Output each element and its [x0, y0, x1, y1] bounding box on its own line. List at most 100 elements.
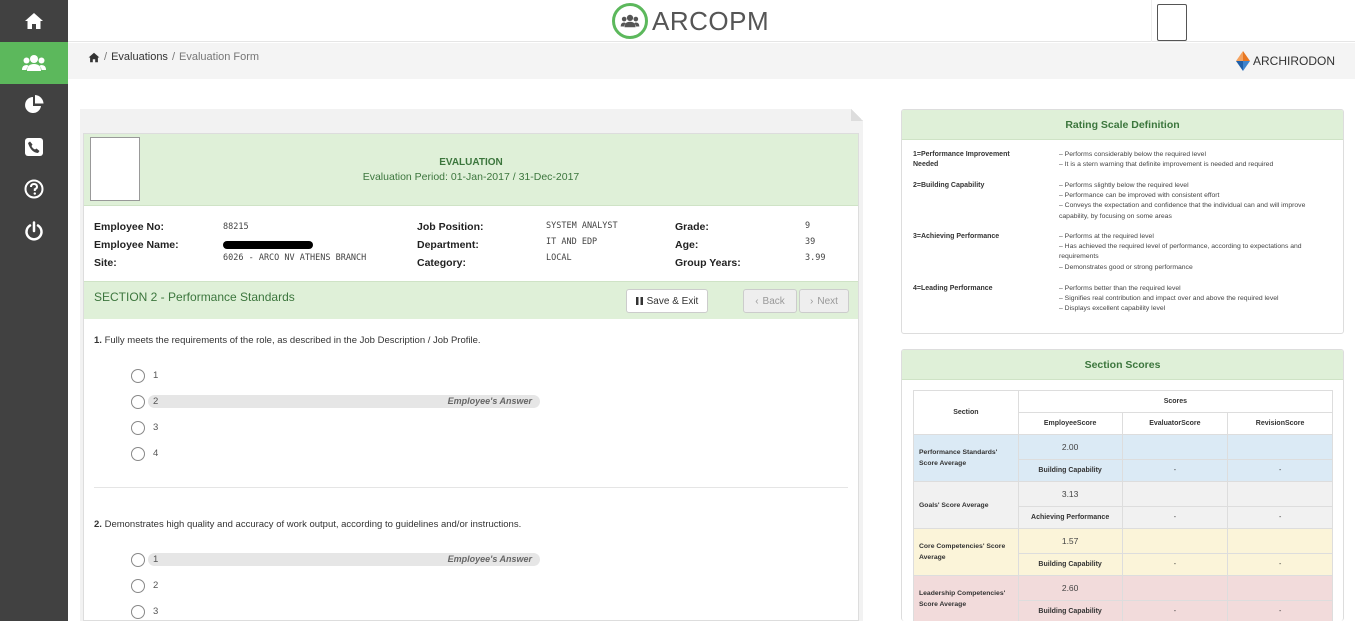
back-button[interactable]: ‹ Back: [743, 289, 797, 313]
sidebar-item-contact[interactable]: [0, 126, 68, 168]
save-exit-button[interactable]: Save & Exit: [626, 289, 708, 313]
description-line: – Performs at the required level: [1059, 233, 1154, 240]
power-icon: [25, 221, 43, 241]
evaluator-score-header: EvaluatorScore: [1121, 412, 1229, 435]
table-row: Performance Standards' Score Average 2.0…: [913, 434, 1333, 482]
option-label: 2: [153, 580, 159, 591]
section-title: SECTION 2 - Performance Standards: [94, 290, 295, 304]
page-fold: [851, 109, 863, 121]
employee-name-redacted: [223, 241, 313, 249]
revision-score-empty: [1227, 481, 1333, 507]
employee-rating: Building Capability: [1017, 553, 1123, 576]
rating-1-description: – Performs considerably below the requir…: [1059, 150, 1329, 170]
evaluator-rating: -: [1121, 506, 1229, 529]
back-label: Back: [762, 295, 785, 307]
breadcrumb: / Evaluations / Evaluation Form: [88, 51, 259, 63]
age-label: Age:: [675, 239, 699, 251]
app-logo[interactable]: ARCOPM: [612, 3, 769, 39]
table-row: Goals' Score Average 3.13: [913, 481, 1333, 529]
revision-rating: -: [1227, 459, 1333, 482]
q1-option-1[interactable]: 1: [131, 368, 158, 383]
question-divider: [94, 487, 848, 488]
grade-label: Grade:: [675, 221, 709, 233]
table-row: Leadership Competencies' Score Average 2…: [913, 575, 1333, 621]
evaluator-score-empty: [1121, 575, 1229, 601]
question-text: Fully meets the requirements of the role…: [104, 335, 481, 346]
q2-option-3[interactable]: 3: [131, 604, 158, 619]
rating-2-label: 2=Building Capability: [913, 182, 985, 189]
evaluator-score-empty: [1121, 481, 1229, 507]
sidebar-item-logout[interactable]: [0, 210, 68, 252]
revision-rating: -: [1227, 553, 1333, 576]
next-button[interactable]: › Next: [799, 289, 849, 313]
questions-area: 1. Fully meets the requirements of the r…: [84, 319, 858, 620]
archirodon-logo-icon: [1235, 51, 1250, 71]
sidebar: [0, 0, 68, 621]
section-name: Leadership Competencies' Score Average: [913, 575, 1019, 621]
q2-option-2[interactable]: 2: [131, 578, 158, 593]
sidebar-item-help[interactable]: [0, 168, 68, 210]
evaluator-rating: -: [1121, 600, 1229, 621]
home-icon[interactable]: [88, 52, 100, 63]
grade-value: 9: [805, 221, 811, 231]
employee-photo: [90, 137, 140, 201]
next-label: Next: [817, 295, 838, 307]
table-row: Core Competencies' Score Average 1.57: [913, 528, 1333, 576]
sidebar-item-reports[interactable]: [0, 84, 68, 126]
category-value: LOCAL: [546, 253, 572, 263]
employee-answer-label: Employee's Answer: [447, 396, 532, 406]
breadcrumb-current: Evaluation Form: [179, 51, 260, 63]
scores-column-header: Scores: [1017, 390, 1334, 413]
chevron-left-icon: ‹: [755, 295, 759, 307]
revision-score-empty: [1227, 575, 1333, 601]
section-name: Core Competencies' Score Average: [913, 528, 1019, 576]
description-line: – Performance can be improved with consi…: [1059, 192, 1220, 200]
q1-option-3[interactable]: 3: [131, 420, 158, 435]
radio-button[interactable]: [131, 552, 145, 567]
sidebar-item-evaluations[interactable]: [0, 42, 68, 84]
radio-button[interactable]: [131, 394, 145, 409]
radio-button[interactable]: [131, 420, 145, 435]
radio-button[interactable]: [131, 446, 145, 461]
section-name: Goals' Score Average: [913, 481, 1019, 529]
rating-2-description: – Performs slightly below the required l…: [1059, 181, 1329, 222]
question-number: 1.: [94, 335, 102, 346]
option-label: 1: [153, 554, 159, 565]
breadcrumb-evaluations-link[interactable]: Evaluations: [111, 51, 168, 63]
employee-answer-highlight: Employee's Answer: [148, 395, 540, 408]
rating-scale-title: Rating Scale Definition: [902, 110, 1343, 140]
q2-option-1[interactable]: Employee's Answer 1: [131, 552, 540, 567]
department-value: IT AND EDP: [546, 237, 598, 247]
description-line: – Displays excellent capability level: [1059, 305, 1166, 313]
q1-option-4[interactable]: 4: [131, 446, 158, 461]
description-line: – Performs considerably below the requir…: [1059, 151, 1206, 158]
description-line: – Conveys the expectation and confidence…: [1059, 202, 1306, 220]
question-2: 2. Demonstrates high quality and accurac…: [94, 519, 521, 530]
option-label: 2: [153, 396, 159, 407]
user-menu[interactable]: [1151, 0, 1355, 42]
rating-4-description: – Performs better than the required leve…: [1059, 284, 1329, 315]
option-label: 1: [153, 370, 159, 381]
evaluation-form: EVALUATION Evaluation Period: 01-Jan-201…: [83, 133, 859, 621]
avatar[interactable]: [1157, 4, 1187, 41]
breadcrumb-separator: /: [171, 51, 175, 63]
employee-score-header: EmployeeScore: [1017, 412, 1123, 435]
radio-button[interactable]: [131, 578, 145, 593]
radio-button[interactable]: [131, 604, 145, 619]
radio-button[interactable]: [131, 368, 145, 383]
evaluation-form-container: EVALUATION Evaluation Period: 01-Jan-201…: [80, 109, 863, 621]
age-value: 39: [805, 237, 816, 247]
question-number: 2.: [94, 519, 102, 530]
breadcrumb-separator: /: [104, 51, 108, 63]
section-scores-title: Section Scores: [902, 350, 1343, 380]
q1-option-2[interactable]: Employee's Answer 2: [131, 394, 540, 409]
sidebar-item-home[interactable]: [0, 0, 68, 42]
employee-score: 2.60: [1017, 575, 1123, 601]
section-header: SECTION 2 - Performance Standards Save &…: [84, 281, 858, 319]
rating-3-label: 3=Achieving Performance: [913, 233, 1000, 240]
help-icon: [24, 179, 44, 199]
rating-scale-panel: Rating Scale Definition 1=Performance Im…: [901, 109, 1344, 334]
save-exit-label: Save & Exit: [646, 295, 699, 307]
evaluator-rating: -: [1121, 553, 1229, 576]
description-line: – Performs better than the required leve…: [1059, 285, 1181, 292]
